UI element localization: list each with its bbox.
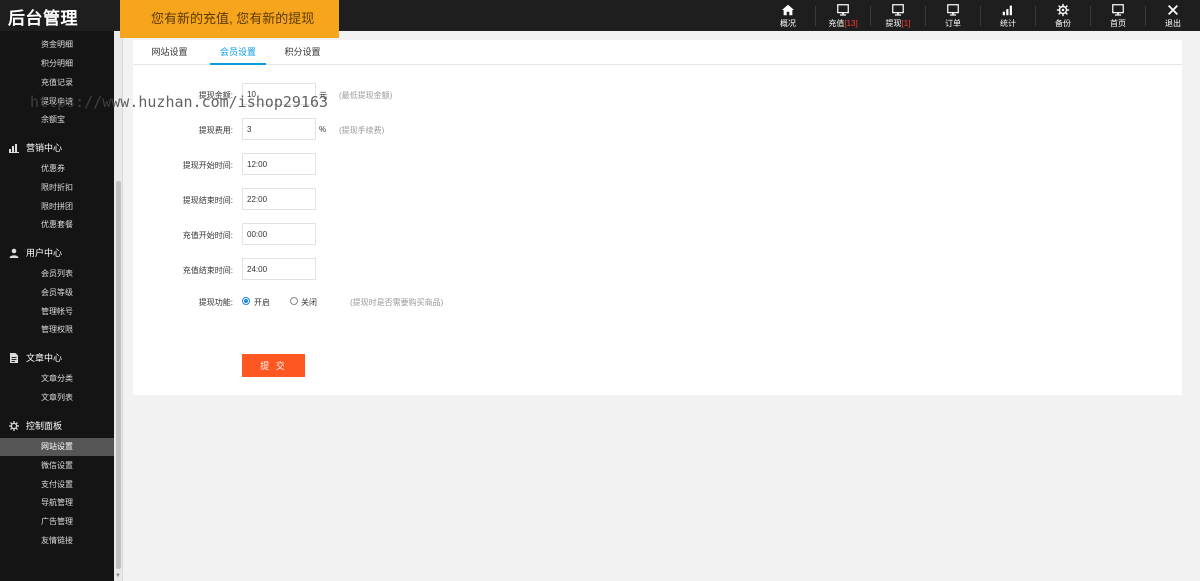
nav-overview[interactable]: 概况 <box>761 0 815 31</box>
sidebar-group-articles-label: 文章中心 <box>26 353 63 363</box>
user-icon <box>9 248 19 258</box>
recharge-count-badge: [13] <box>844 19 858 28</box>
sidebar-item-payment-settings[interactable]: 支付设置 <box>0 476 114 494</box>
watermark-text: https://www.huzhan.com/ishop29163 <box>30 93 329 111</box>
monitor-icon <box>947 4 959 16</box>
sidebar-group-users[interactable]: 用户中心 <box>0 244 114 262</box>
withdraw-start-label: 提现开始时间: <box>182 161 233 170</box>
nav-orders-label: 订单 <box>945 19 961 28</box>
withdraw-start-input[interactable] <box>242 153 316 175</box>
withdraw-on-radio[interactable] <box>242 297 250 305</box>
home-icon <box>781 4 795 16</box>
gear-icon <box>1056 3 1070 17</box>
withdraw-fee-hint: (提现手续费) <box>339 126 385 135</box>
sidebar-item-site-settings[interactable]: 网站设置 <box>0 438 114 456</box>
monitor-icon <box>837 4 849 16</box>
bar-chart-icon <box>1002 5 1012 16</box>
withdraw-on-label[interactable]: 开启 <box>254 297 270 308</box>
scroll-down-arrow-icon[interactable]: ▼ <box>115 573 121 579</box>
recharge-end-label: 充值结束时间: <box>182 266 233 275</box>
sidebar-item-navigation[interactable]: 导航管理 <box>0 494 114 512</box>
nav-withdraw[interactable]: 提现[1] <box>871 0 925 31</box>
document-icon <box>10 353 18 363</box>
sidebar-item-article-category[interactable]: 文章分类 <box>0 370 114 388</box>
bar-chart-icon <box>9 144 19 153</box>
nav-withdraw-label: 提现 <box>885 19 902 28</box>
recharge-start-label: 充值开始时间: <box>182 231 233 240</box>
nav-recharge[interactable]: 充值[13] <box>816 0 870 31</box>
sidebar-group-users-label: 用户中心 <box>26 248 63 258</box>
sidebar-group-marketing-label: 营销中心 <box>26 143 63 153</box>
withdraw-count-badge: [1] <box>901 19 911 28</box>
withdraw-end-label: 提现结束时间: <box>182 196 233 205</box>
sidebar-item-flash-discount[interactable]: 限时折扣 <box>0 179 114 197</box>
withdraw-fee-input[interactable] <box>242 118 316 140</box>
monitor-icon <box>892 4 904 16</box>
close-icon <box>1168 5 1178 15</box>
nav-logout-label: 退出 <box>1165 19 1181 28</box>
nav-stats[interactable]: 统计 <box>981 0 1035 31</box>
sidebar-item-bundle[interactable]: 优惠套餐 <box>0 216 114 234</box>
sidebar-item-recharge-log[interactable]: 充值记录 <box>0 74 114 92</box>
nav-overview-label: 概况 <box>780 19 796 28</box>
withdraw-fee-label: 提现费用: <box>198 126 233 135</box>
recharge-start-input[interactable] <box>242 223 316 245</box>
nav-stats-label: 统计 <box>1000 19 1016 28</box>
nav-orders[interactable]: 订单 <box>926 0 980 31</box>
nav-backup[interactable]: 备份 <box>1036 0 1090 31</box>
sidebar: 资金明细 积分明细 充值记录 提现申请 余额宝 营销中心 优惠券 限时折扣 限时… <box>0 31 114 581</box>
tab-member-settings[interactable]: 会员设置 <box>210 40 266 65</box>
recharge-end-input[interactable] <box>242 258 316 280</box>
sidebar-item-admin-permissions[interactable]: 管理权限 <box>0 321 114 339</box>
tab-points-settings[interactable]: 积分设置 <box>276 40 329 65</box>
sidebar-item-member-list[interactable]: 会员列表 <box>0 265 114 283</box>
sidebar-item-fund-detail[interactable]: 资金明细 <box>0 36 114 54</box>
nav-home[interactable]: 首页 <box>1091 0 1145 31</box>
sidebar-item-article-list[interactable]: 文章列表 <box>0 389 114 407</box>
withdraw-end-input[interactable] <box>242 188 316 210</box>
withdraw-off-label[interactable]: 关闭 <box>301 297 317 308</box>
monitor-icon <box>1112 4 1124 16</box>
sidebar-item-coupons[interactable]: 优惠券 <box>0 160 114 178</box>
sidebar-group-control-panel[interactable]: 控制面板 <box>0 417 114 435</box>
sidebar-item-points-detail[interactable]: 积分明细 <box>0 55 114 73</box>
withdraw-function-label: 提现功能: <box>198 298 233 307</box>
tab-site-settings[interactable]: 网站设置 <box>143 40 196 65</box>
sidebar-item-member-level[interactable]: 会员等级 <box>0 284 114 302</box>
sidebar-group-control-panel-label: 控制面板 <box>26 421 63 431</box>
sidebar-group-articles[interactable]: 文章中心 <box>0 349 114 367</box>
nav-logout[interactable]: 退出 <box>1146 0 1200 31</box>
nav-backup-label: 备份 <box>1055 19 1071 28</box>
notification-banner[interactable]: 您有新的充值, 您有新的提现 <box>120 0 339 38</box>
tab-bar: 网站设置 会员设置 积分设置 <box>133 40 1182 65</box>
withdraw-function-hint: (提现时是否需要购买商品) <box>350 298 444 307</box>
sidebar-item-ads[interactable]: 广告管理 <box>0 513 114 531</box>
withdraw-amount-hint: (最低提现金额) <box>339 91 393 100</box>
nav-recharge-label: 充值 <box>828 19 845 28</box>
sidebar-item-admin-accounts[interactable]: 管理帐号 <box>0 303 114 321</box>
sidebar-item-group-buy[interactable]: 限时拼团 <box>0 198 114 216</box>
top-nav: 概况 充值[13] 提现[1] 订单 统计 备份 首页 退出 <box>761 0 1200 31</box>
scrollbar-thumb[interactable] <box>116 181 121 569</box>
sidebar-scrollbar[interactable]: ▼ <box>114 31 123 581</box>
submit-button[interactable]: 提 交 <box>242 354 305 377</box>
withdraw-off-radio[interactable] <box>290 297 298 305</box>
brand-title: 后台管理 <box>8 9 78 28</box>
gear-icon <box>9 421 19 431</box>
withdraw-fee-unit: % <box>319 125 327 134</box>
sidebar-group-marketing[interactable]: 营销中心 <box>0 139 114 157</box>
sidebar-item-friend-links[interactable]: 友情链接 <box>0 532 114 550</box>
sidebar-item-yuebao[interactable]: 余额宝 <box>0 111 114 129</box>
sidebar-item-wechat-settings[interactable]: 微信设置 <box>0 457 114 475</box>
nav-home-label: 首页 <box>1110 19 1126 28</box>
